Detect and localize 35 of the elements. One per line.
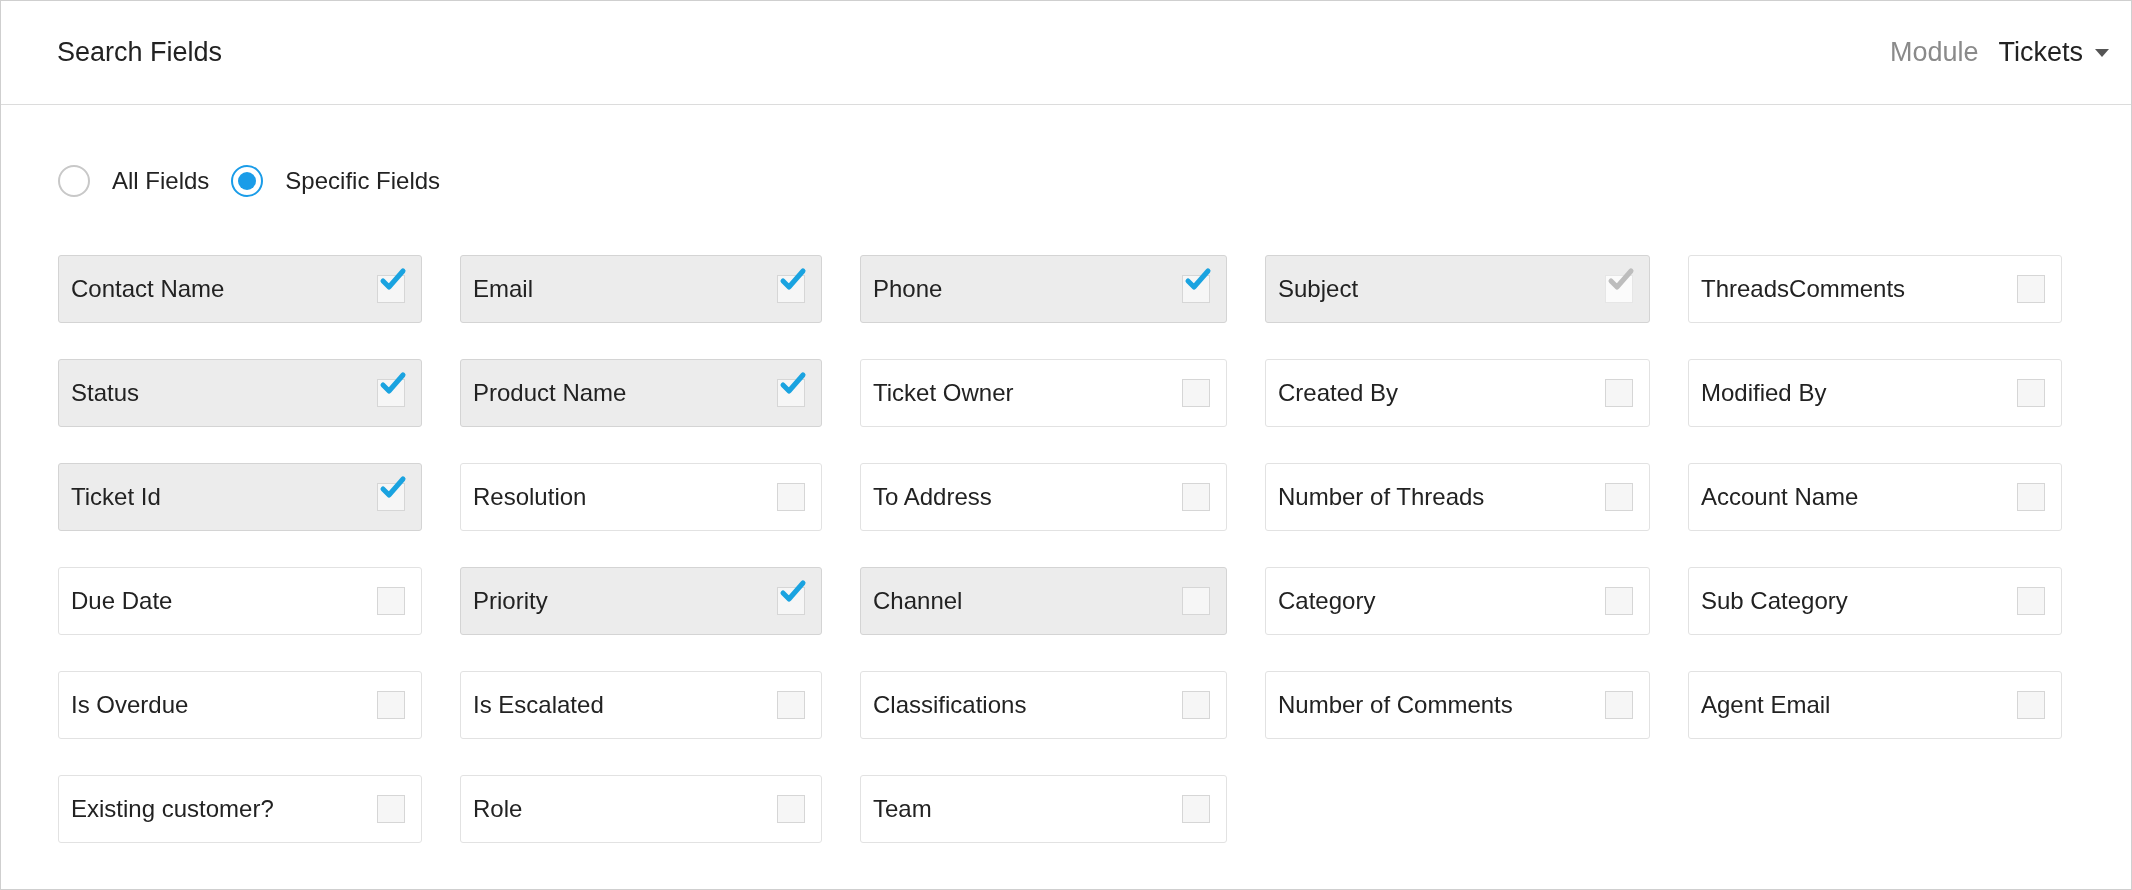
field-option[interactable]: Role (460, 775, 822, 843)
field-option[interactable]: Phone (860, 255, 1227, 323)
field-option[interactable]: Category (1265, 567, 1650, 635)
module-dropdown[interactable]: Tickets (1998, 37, 2109, 68)
field-option[interactable]: Contact Name (58, 255, 422, 323)
caret-icon (2095, 48, 2109, 57)
field-option[interactable]: Modified By (1688, 359, 2062, 427)
field-option[interactable]: Classifications (860, 671, 1227, 739)
field-option[interactable]: Resolution (460, 463, 822, 531)
field-option[interactable]: Number of Comments (1265, 671, 1650, 739)
field-option[interactable]: Ticket Owner (860, 359, 1227, 427)
radio-option[interactable]: All Fields (58, 165, 210, 197)
field-option[interactable]: Is Escalated (460, 671, 822, 739)
radio-button[interactable] (231, 165, 264, 197)
field-option[interactable]: Ticket Id (58, 463, 422, 531)
field-option[interactable]: Product Name (460, 359, 822, 427)
radio-button[interactable] (58, 165, 90, 197)
field-option[interactable]: Priority (460, 567, 822, 635)
field-option[interactable]: Sub Category (1688, 567, 2062, 635)
field-option[interactable]: Due Date (58, 567, 422, 635)
field-option[interactable]: Channel (860, 567, 1227, 635)
panel-title: Search Fields (57, 37, 223, 68)
field-option[interactable]: Status (58, 359, 422, 427)
module-label: Module (1889, 37, 1979, 68)
field-option[interactable]: Existing customer? (58, 775, 422, 843)
field-option[interactable]: Is Overdue (58, 671, 422, 739)
field-option[interactable]: Email (460, 255, 822, 323)
field-option[interactable]: Account Name (1688, 463, 2062, 531)
field-option[interactable]: Agent Email (1688, 671, 2062, 739)
field-option[interactable]: To Address (860, 463, 1227, 531)
field-option[interactable]: Created By (1265, 359, 1650, 427)
field-option[interactable]: ThreadsComments (1688, 255, 2062, 323)
field-option[interactable]: Number of Threads (1265, 463, 1650, 531)
radio-option[interactable]: Specific Fields (231, 165, 441, 197)
field-option[interactable]: Team (860, 775, 1227, 843)
